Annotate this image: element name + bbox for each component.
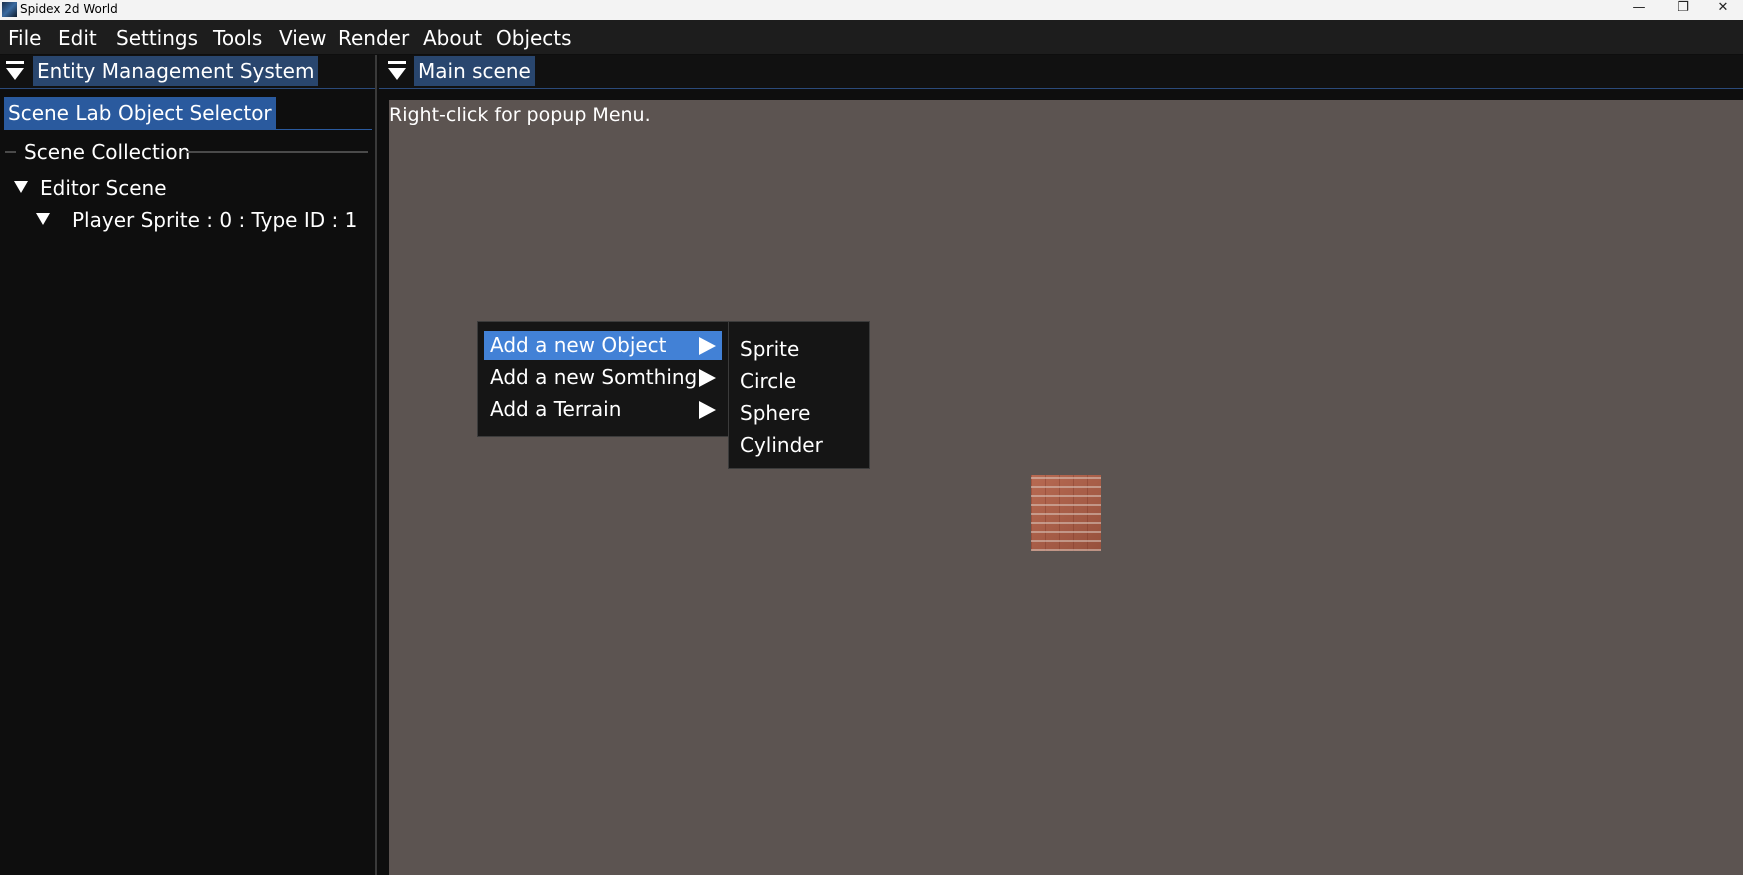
separator-right xyxy=(186,151,368,153)
tab-object-selector[interactable]: Object Selector xyxy=(114,97,276,129)
menu-item-add-object[interactable]: Add a new Object xyxy=(484,331,722,360)
main-panel-header: Main scene xyxy=(379,55,1743,89)
left-panel-header: Entity Management System xyxy=(0,55,375,89)
menu-item-add-something[interactable]: Add a new Somthing xyxy=(484,363,722,392)
menu-item-add-terrain[interactable]: Add a Terrain xyxy=(484,395,722,424)
collapse-toggle-icon[interactable] xyxy=(388,61,406,81)
panel-splitter[interactable] xyxy=(375,55,377,875)
menu-file[interactable]: File xyxy=(8,26,41,50)
section-label: Scene Collection xyxy=(24,140,191,164)
tab-underline xyxy=(4,129,372,130)
collapse-toggle-icon[interactable] xyxy=(6,61,24,81)
submenu-item-circle[interactable]: Circle xyxy=(740,369,796,393)
submenu-arrow-icon xyxy=(699,337,716,355)
menu-item-label: Add a new Somthing xyxy=(490,365,698,389)
title-bar: Spidex 2d World — ❐ ✕ xyxy=(0,0,1743,20)
context-menu: Add a new Object Add a new Somthing Add … xyxy=(477,321,729,437)
menu-render[interactable]: Render xyxy=(338,26,409,50)
menu-objects[interactable]: Objects xyxy=(496,26,572,50)
submenu: Sprite Circle Sphere Cylinder xyxy=(728,321,870,469)
menu-view[interactable]: View xyxy=(279,26,326,50)
submenu-item-cylinder[interactable]: Cylinder xyxy=(740,433,823,457)
brick-sprite-object[interactable] xyxy=(1031,475,1101,551)
expand-arrow-icon[interactable] xyxy=(36,213,50,225)
menu-settings[interactable]: Settings xyxy=(116,26,198,50)
left-panel-title: Entity Management System xyxy=(33,56,319,86)
submenu-arrow-icon xyxy=(699,369,716,387)
tree-node-editor-scene[interactable]: Editor Scene xyxy=(40,176,167,200)
maximize-button[interactable]: ❐ xyxy=(1661,0,1705,20)
menu-item-label: Add a Terrain xyxy=(490,397,622,421)
main-panel-title: Main scene xyxy=(414,56,535,86)
menu-edit[interactable]: Edit xyxy=(58,26,97,50)
tree-node-player-sprite[interactable]: Player Sprite : 0 : Type ID : 1 xyxy=(72,208,357,232)
window-title: Spidex 2d World xyxy=(20,2,118,16)
submenu-item-sphere[interactable]: Sphere xyxy=(740,401,810,425)
expand-arrow-icon[interactable] xyxy=(14,181,28,193)
submenu-arrow-icon xyxy=(699,401,716,419)
close-button[interactable]: ✕ xyxy=(1701,0,1743,20)
viewport-hint: Right-click for popup Menu. xyxy=(389,104,651,126)
menu-item-label: Add a new Object xyxy=(490,333,667,357)
app-icon xyxy=(2,2,17,17)
separator-left xyxy=(5,151,16,153)
tab-scene-lab[interactable]: Scene Lab xyxy=(4,97,116,129)
menu-bar: File Edit Settings Tools View Render Abo… xyxy=(0,20,1743,54)
menu-tools[interactable]: Tools xyxy=(213,26,262,50)
minimize-button[interactable]: — xyxy=(1617,0,1661,20)
menu-about[interactable]: About xyxy=(423,26,482,50)
submenu-item-sprite[interactable]: Sprite xyxy=(740,337,799,361)
